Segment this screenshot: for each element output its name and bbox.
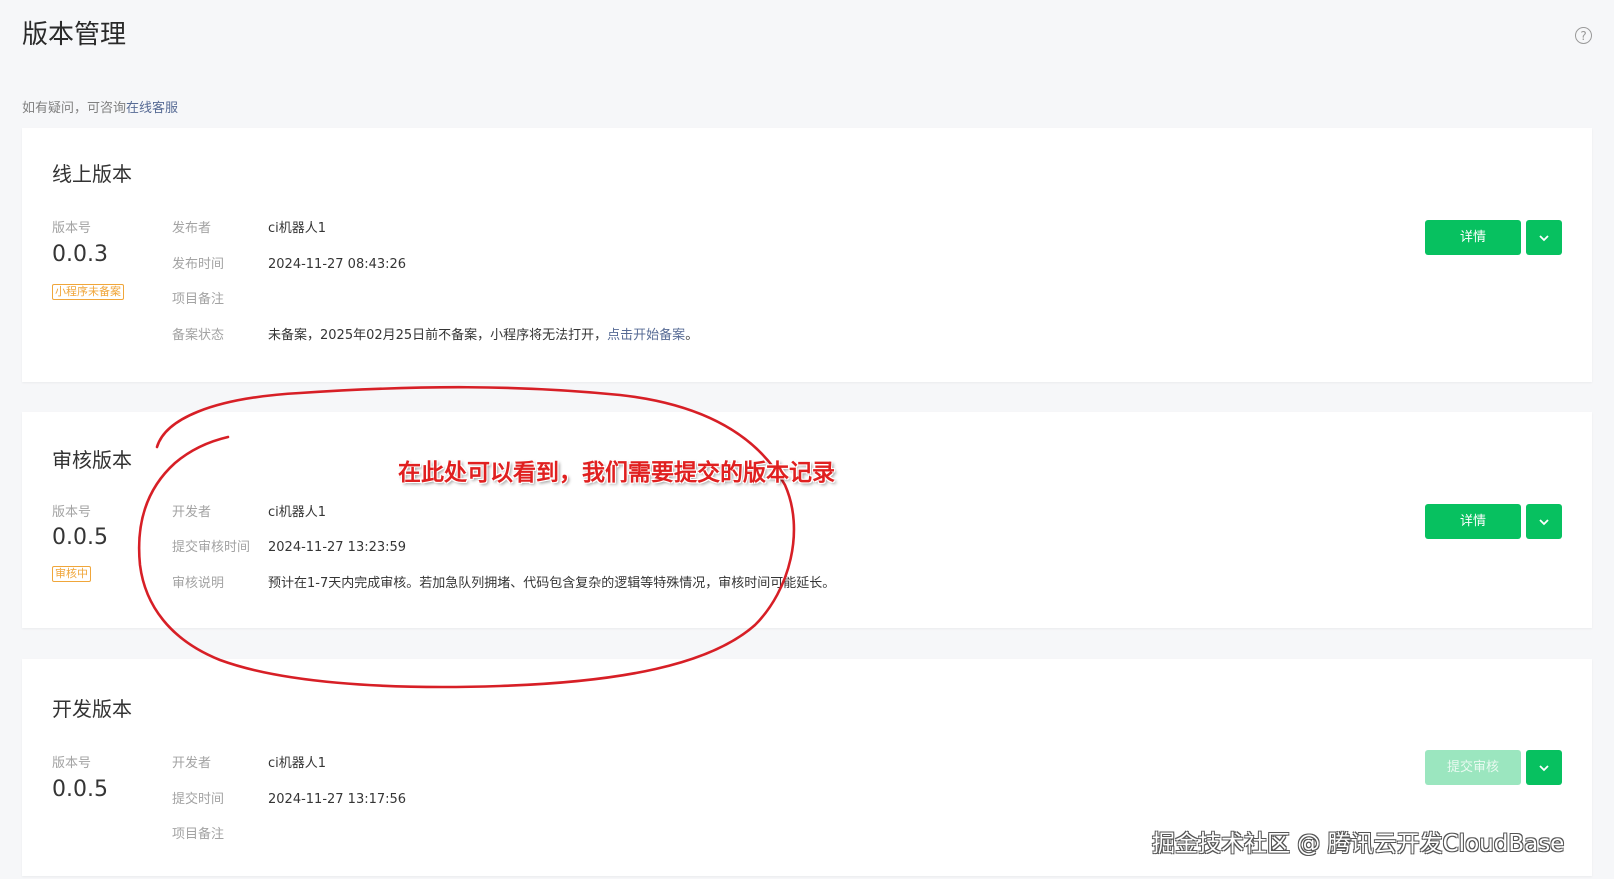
info-value: 未备案，2025年02月25日前不备案，小程序将无法打开， — [268, 328, 608, 343]
version-number: 0.0.3 — [52, 242, 108, 267]
info-key: 开发者 — [172, 505, 212, 520]
info-row: 开发者 ci机器人1 — [172, 752, 326, 771]
more-dropdown-button[interactable] — [1526, 220, 1562, 255]
annotation-label: 在此处可以看到，我们需要提交的版本记录 — [398, 459, 835, 486]
info-row: 项目备注 — [172, 288, 268, 307]
version-label: 版本号 — [52, 221, 92, 236]
info-row: 发布时间 2024-11-27 08:43:26 — [172, 253, 406, 272]
info-key: 项目备注 — [172, 827, 225, 842]
help-notice: 如有疑问，可咨询在线客服 — [22, 97, 178, 116]
info-key: 开发者 — [172, 756, 212, 771]
watermark: 掘金技术社区 @ 腾讯云开发CloudBase — [1152, 831, 1565, 857]
info-key: 项目备注 — [172, 292, 225, 307]
info-key: 备案状态 — [172, 328, 225, 343]
review-version-card: 审核版本 版本号 0.0.5 审核中 开发者 ci机器人1 提交审核时间 2024-… — [22, 412, 1592, 628]
chevron-down-icon — [1539, 518, 1549, 525]
info-key: 提交审核时间 — [172, 540, 251, 555]
status-badge: 审核中 — [52, 566, 91, 582]
info-value: 2024-11-27 08:43:26 — [268, 257, 407, 272]
info-key: 提交时间 — [172, 792, 225, 807]
info-row: 发布者 ci机器人1 — [172, 217, 326, 236]
submit-review-button[interactable]: 提交审核 — [1425, 750, 1521, 785]
chevron-down-icon — [1539, 764, 1549, 771]
version-number: 0.0.5 — [52, 525, 108, 550]
info-value: 2024-11-27 13:23:59 — [268, 540, 407, 555]
online-version-card: 线上版本 版本号 0.0.3 小程序未备案 发布者 ci机器人1 发布时间 2024… — [22, 128, 1592, 382]
card-title: 开发版本 — [52, 697, 132, 721]
info-value: 预计在1-7天内完成审核。若加急队列拥堵、代码包含复杂的逻辑等特殊情况，审核时间… — [268, 576, 836, 591]
info-value: ci机器人1 — [268, 221, 327, 236]
notice-text: 如有疑问，可咨询 — [22, 101, 127, 116]
details-button[interactable]: 详情 — [1425, 220, 1521, 255]
info-value: 2024-11-27 13:17:56 — [268, 792, 407, 807]
info-row: 项目备注 — [172, 823, 268, 842]
version-number: 0.0.5 — [52, 777, 108, 802]
info-value: ci机器人1 — [268, 756, 327, 771]
version-label: 版本号 — [52, 756, 92, 771]
details-button[interactable]: 详情 — [1425, 504, 1521, 539]
version-label: 版本号 — [52, 505, 92, 520]
info-row: 提交审核时间 2024-11-27 13:23:59 — [172, 536, 406, 555]
info-row: 审核说明 预计在1-7天内完成审核。若加急队列拥堵、代码包含复杂的逻辑等特殊情况，… — [172, 572, 835, 591]
info-key: 发布者 — [172, 221, 212, 236]
info-row: 提交时间 2024-11-27 13:17:56 — [172, 788, 406, 807]
info-row: 开发者 ci机器人1 — [172, 501, 326, 520]
info-value-suffix: 。 — [685, 328, 699, 343]
status-badge: 小程序未备案 — [52, 284, 124, 300]
card-title: 线上版本 — [52, 162, 132, 186]
info-key: 发布时间 — [172, 257, 225, 272]
more-dropdown-button[interactable] — [1526, 504, 1562, 539]
help-icon[interactable]: ? — [1575, 27, 1592, 44]
start-filing-link[interactable]: 点击开始备案 — [607, 328, 685, 343]
info-row: 备案状态 未备案，2025年02月25日前不备案，小程序将无法打开，点击开始备案。 — [172, 324, 698, 343]
page-title: 版本管理 — [22, 20, 127, 50]
info-value: ci机器人1 — [268, 505, 327, 520]
online-service-link[interactable]: 在线客服 — [126, 101, 178, 116]
more-dropdown-button[interactable] — [1526, 750, 1562, 785]
card-title: 审核版本 — [52, 448, 132, 472]
info-key: 审核说明 — [172, 576, 225, 591]
chevron-down-icon — [1539, 234, 1549, 241]
